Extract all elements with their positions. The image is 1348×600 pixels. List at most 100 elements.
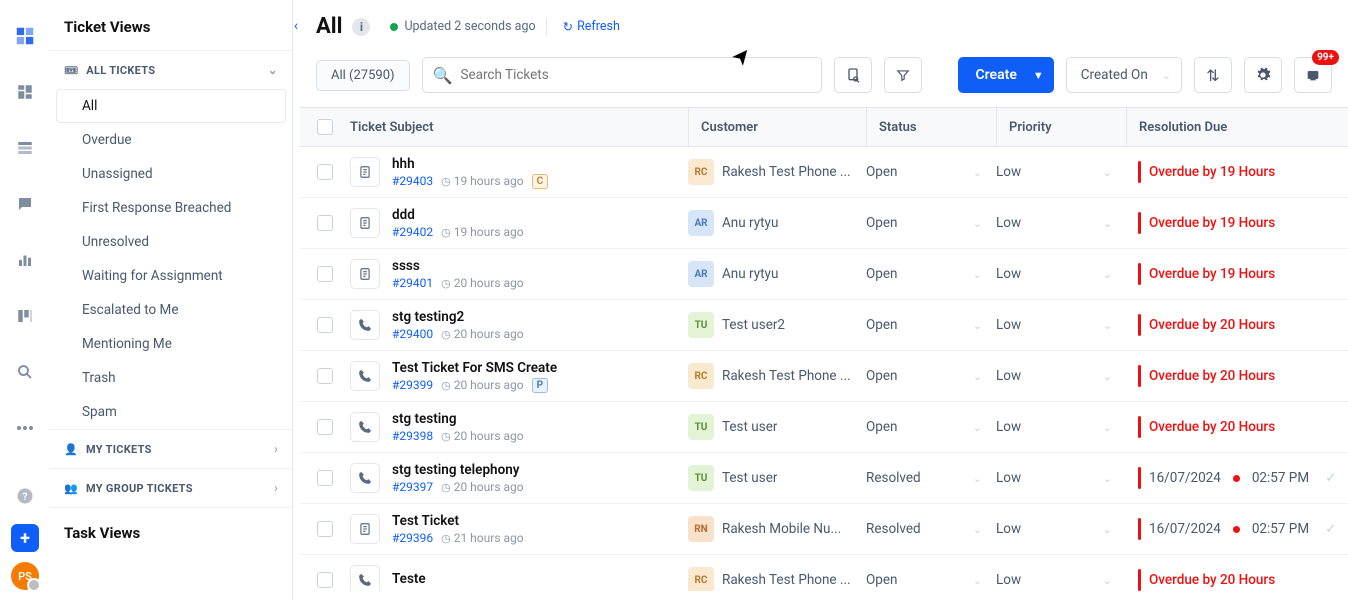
view-chip[interactable]: All (27590) [316, 60, 410, 91]
select-all-checkbox[interactable] [317, 119, 333, 135]
sort-button[interactable]: Created On⌄ [1066, 57, 1182, 93]
help-icon[interactable]: ? [7, 478, 43, 514]
table-row[interactable]: hhh#2940319 hours agoCRCRakesh Test Phon… [300, 147, 1348, 198]
sidebar-item[interactable]: Spam [50, 395, 292, 429]
chevron-down-icon[interactable]: ⌄ [1103, 370, 1112, 383]
analytics-icon[interactable] [7, 242, 43, 278]
row-checkbox[interactable] [317, 419, 333, 435]
col-status[interactable]: Status [866, 108, 996, 146]
filter-button[interactable] [884, 57, 922, 93]
priority-value: Low [996, 266, 1021, 282]
row-checkbox[interactable] [317, 572, 333, 588]
dashboard-icon[interactable] [7, 74, 43, 110]
chevron-down-icon[interactable]: ⌄ [1103, 217, 1112, 230]
refresh-button[interactable]: ↻ Refresh [563, 19, 620, 35]
table-row[interactable]: stg testing telephony#2939720 hours agoT… [300, 453, 1348, 504]
clipboard-search-button[interactable] [834, 57, 872, 93]
search-input[interactable] [460, 67, 810, 83]
chevron-down-icon[interactable]: ⌄ [1103, 268, 1112, 281]
sidebar-item[interactable]: All [56, 89, 286, 123]
chevron-down-icon[interactable]: ⌄ [973, 166, 982, 179]
info-icon[interactable]: i [352, 18, 370, 36]
ticket-id[interactable]: #29401 [392, 276, 433, 290]
sidebar-item[interactable]: Overdue [50, 123, 292, 157]
chevron-down-icon[interactable]: ⌄ [973, 268, 982, 281]
sidebar-item[interactable]: Unresolved [50, 225, 292, 259]
row-checkbox[interactable] [317, 368, 333, 384]
table-row[interactable]: TesteRCRakesh Test Phone ...Open⌄Low⌄Ove… [300, 555, 1348, 591]
row-checkbox[interactable] [317, 317, 333, 333]
status-value: Open [866, 215, 897, 231]
ticket-id[interactable]: #29398 [392, 429, 433, 443]
ticket-subject: ssss [392, 258, 524, 274]
sidebar-item[interactable]: Escalated to Me [50, 293, 292, 327]
customer-name: Anu rytyu [722, 266, 778, 282]
table-row[interactable]: Test Ticket#2939621 hours agoRNRakesh Mo… [300, 504, 1348, 555]
row-checkbox[interactable] [317, 164, 333, 180]
sidebar-item[interactable]: First Response Breached [50, 191, 292, 225]
row-checkbox[interactable] [317, 521, 333, 537]
notification-badge: 99+ [1312, 50, 1339, 65]
chevron-down-icon[interactable]: ⌄ [973, 370, 982, 383]
chevron-down-icon[interactable]: ⌄ [973, 421, 982, 434]
ticket-id[interactable]: #29396 [392, 531, 433, 545]
ticket-id[interactable]: #29399 [392, 378, 433, 392]
chevron-down-icon[interactable]: ⌄ [1103, 319, 1112, 332]
more-icon[interactable] [7, 410, 43, 446]
row-checkbox[interactable] [317, 470, 333, 486]
notifications-button[interactable]: 99+ [1294, 57, 1332, 93]
search-icon[interactable] [7, 354, 43, 390]
add-button[interactable]: + [11, 524, 39, 552]
chevron-down-icon[interactable]: ⌄ [973, 217, 982, 230]
ticket-id[interactable]: #29400 [392, 327, 433, 341]
search-input-wrapper[interactable]: 🔍 [422, 57, 822, 93]
board-icon[interactable] [7, 298, 43, 334]
person-icon: 👤 [64, 443, 78, 456]
col-priority[interactable]: Priority [996, 108, 1126, 146]
chevron-down-icon[interactable]: ⌄ [973, 523, 982, 536]
user-avatar[interactable]: PS [11, 562, 39, 590]
table-row[interactable]: ddd#2940219 hours agoARAnu rytyuOpen⌄Low… [300, 198, 1348, 249]
col-resolution[interactable]: Resolution Due [1126, 108, 1348, 146]
sort-direction-button[interactable]: ⇅ [1194, 57, 1232, 93]
sidebar-section-group[interactable]: 👥 MY GROUP TICKETS › [50, 469, 292, 507]
customer-avatar: AR [688, 261, 714, 287]
col-subject[interactable]: Ticket Subject [350, 120, 688, 135]
chevron-down-icon[interactable]: ⌄ [973, 574, 982, 587]
create-button[interactable]: Create▼ [958, 57, 1054, 93]
settings-button[interactable] [1244, 57, 1282, 93]
page-title: All [316, 14, 342, 39]
ticket-id[interactable]: #29397 [392, 480, 433, 494]
table-row[interactable]: Test Ticket For SMS Create#2939920 hours… [300, 351, 1348, 402]
status-value: Open [866, 317, 897, 333]
table-row[interactable]: stg testing2#2940020 hours agoTUTest use… [300, 300, 1348, 351]
ticket-id[interactable]: #29403 [392, 174, 433, 188]
chevron-down-icon[interactable]: ⌄ [1103, 421, 1112, 434]
sidebar-item[interactable]: Waiting for Assignment [50, 259, 292, 293]
row-checkbox[interactable] [317, 215, 333, 231]
phone-icon [350, 310, 380, 340]
sidebar-item[interactable]: Trash [50, 361, 292, 395]
ticket-id[interactable]: #29402 [392, 225, 433, 239]
chevron-down-icon[interactable]: ⌄ [1103, 523, 1112, 536]
chevron-down-icon[interactable]: ⌄ [1103, 472, 1112, 485]
chevron-down-icon[interactable]: ⌄ [1103, 166, 1112, 179]
sidebar-section-my[interactable]: 👤 MY TICKETS › [50, 430, 292, 468]
chevron-down-icon[interactable]: ⌄ [973, 472, 982, 485]
table-header: Ticket Subject Customer Status Priority … [300, 107, 1348, 147]
chevron-down-icon[interactable]: ⌄ [1103, 574, 1112, 587]
priority-value: Low [996, 470, 1021, 486]
table-row[interactable]: stg testing#2939820 hours agoTUTest user… [300, 402, 1348, 453]
sidebar-section-all[interactable]: 🎟 ALL TICKETS ⌄ [50, 51, 292, 89]
row-checkbox[interactable] [317, 266, 333, 282]
col-customer[interactable]: Customer [688, 108, 866, 146]
chat-icon[interactable] [7, 186, 43, 222]
table-row[interactable]: ssss#2940120 hours agoARAnu rytyuOpen⌄Lo… [300, 249, 1348, 300]
app-logo[interactable] [7, 18, 43, 54]
sidebar-item[interactable]: Mentioning Me [50, 327, 292, 361]
chevron-down-icon[interactable]: ⌄ [973, 319, 982, 332]
chevron-down-icon: ⌄ [1162, 69, 1171, 82]
table-icon[interactable] [7, 130, 43, 166]
sidebar-item[interactable]: Unassigned [50, 157, 292, 191]
phone-icon [350, 361, 380, 391]
